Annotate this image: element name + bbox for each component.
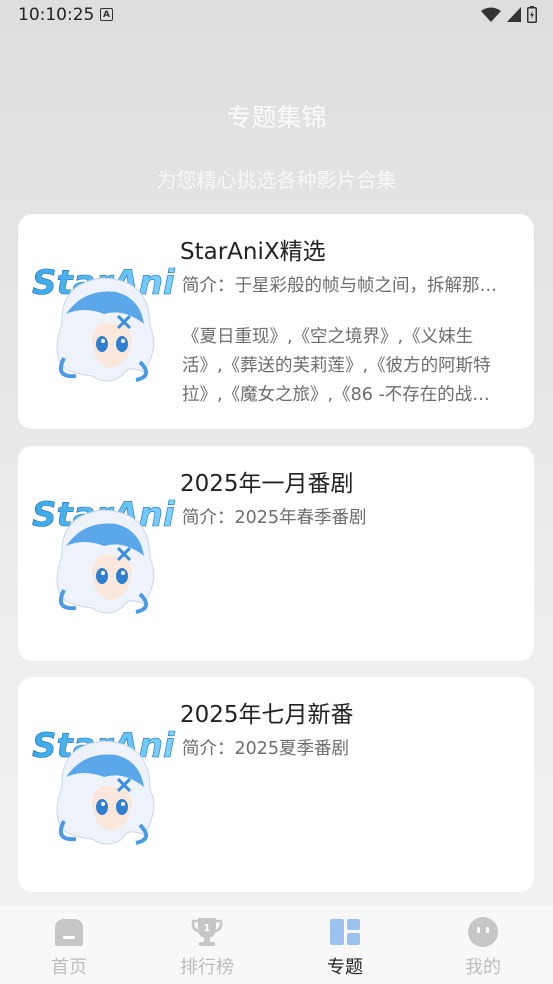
card-description: 简介：于星彩般的帧与帧之间，拆解那… 《夏日重现》,《空之境界》,《义妹生活》,… — [182, 272, 512, 410]
battery-icon — [527, 6, 537, 23]
topic-card-2025-jan[interactable]: StarAni 2025年一月番剧 简介：2025年春季番剧 — [18, 446, 534, 661]
card-desc-line: 简介：2025夏季番剧 — [182, 739, 350, 759]
status-bar: 10:10:25 A — [0, 0, 553, 30]
starani-thumbnail: StarAni — [32, 495, 176, 614]
system-icons — [481, 6, 537, 23]
card-description: 简介：2025夏季番剧 — [182, 735, 512, 764]
tab-home[interactable]: 首页 — [0, 906, 138, 984]
svg-text:1: 1 — [204, 923, 211, 934]
starani-thumbnail: StarAni — [32, 726, 176, 845]
tab-label: 我的 — [465, 957, 501, 978]
wifi-icon — [481, 7, 501, 22]
tab-profile[interactable]: 我的 — [414, 906, 552, 984]
home-icon — [55, 919, 83, 946]
tab-label: 专题 — [327, 957, 363, 978]
card-desc-paragraph: 《夏日重现》,《空之境界》,《义妹生活》,《葬送的芙莉莲》,《彼方的阿斯特拉》,… — [182, 327, 491, 405]
topics-icon — [330, 919, 360, 945]
tab-ranking[interactable]: 1 排行榜 — [138, 906, 276, 984]
card-desc-line: 简介：2025年春季番剧 — [182, 508, 367, 528]
tab-label: 排行榜 — [180, 957, 234, 978]
page-title: 专题集锦 — [226, 103, 327, 132]
page-subtitle: 为您精心挑选各种影片合集 — [156, 168, 397, 192]
profile-icon — [468, 917, 498, 947]
trophy-icon: 1 — [191, 918, 223, 946]
status-time: 10:10:25 — [18, 5, 95, 25]
topic-card-starani[interactable]: StarAni StarAniX精选 简介：于星彩般的帧与帧之间，拆解那… 《夏… — [18, 214, 534, 429]
card-title: 2025年七月新番 — [180, 702, 354, 728]
starani-thumbnail: StarAni — [32, 263, 176, 382]
signal-icon — [507, 7, 521, 22]
bottom-tab-bar: 首页 1 排行榜 专题 我的 — [0, 906, 553, 984]
card-desc-line: 简介：于星彩般的帧与帧之间，拆解那… — [182, 276, 497, 296]
tab-label: 首页 — [51, 957, 87, 978]
card-title: 2025年一月番剧 — [180, 471, 354, 497]
notification-icon: A — [100, 8, 113, 21]
card-title: StarAniX精选 — [180, 239, 326, 265]
topic-card-2025-jul[interactable]: StarAni 2025年七月新番 简介：2025夏季番剧 — [18, 677, 534, 892]
card-description: 简介：2025年春季番剧 — [182, 504, 512, 533]
tab-topics[interactable]: 专题 — [276, 906, 414, 984]
